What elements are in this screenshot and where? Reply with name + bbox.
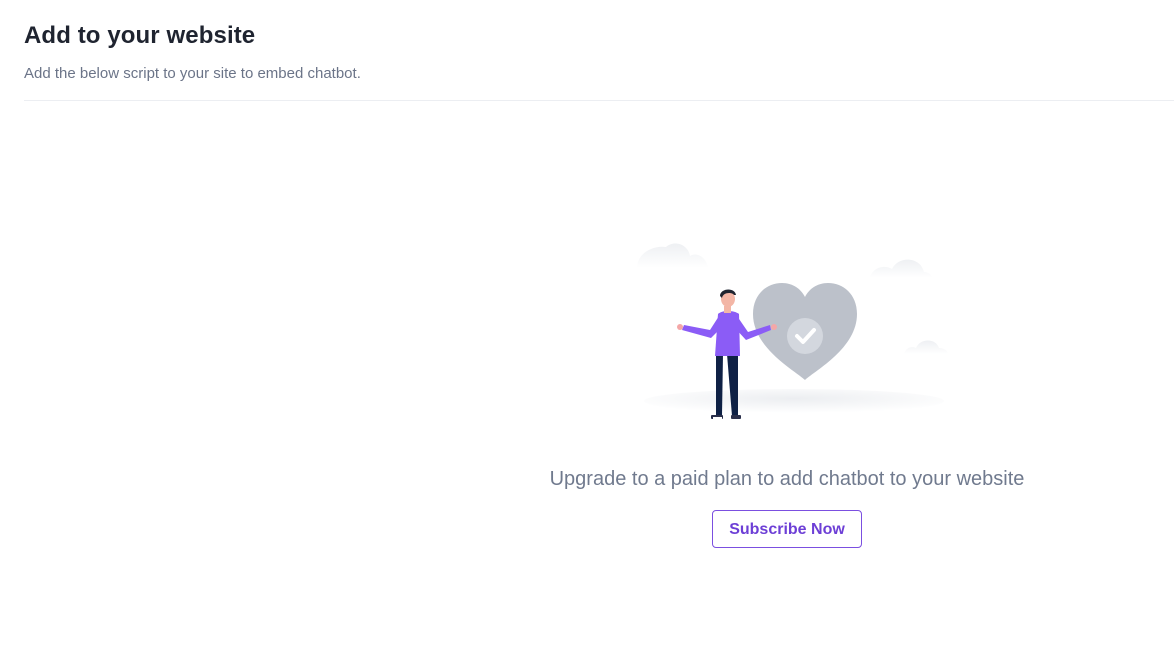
- subscribe-now-button[interactable]: Subscribe Now: [712, 510, 862, 548]
- page-subtitle: Add the below script to your site to emb…: [24, 65, 361, 82]
- page-header: Add to your website Add the below script…: [24, 20, 1174, 84]
- upgrade-illustration: [637, 243, 948, 419]
- embed-page: Add to your website Add the below script…: [0, 0, 1174, 654]
- upgrade-empty-state: Upgrade to a paid plan to add chatbot to…: [500, 236, 1074, 548]
- cloud-icon: [904, 340, 948, 354]
- heart-check-icon: [753, 283, 857, 380]
- ground-shadow: [644, 389, 944, 413]
- header-divider: [24, 100, 1174, 101]
- cloud-icon: [870, 259, 932, 278]
- page-title: Add to your website: [24, 22, 256, 49]
- cloud-icon: [637, 243, 708, 268]
- upgrade-message: Upgrade to a paid plan to add chatbot to…: [549, 468, 1025, 490]
